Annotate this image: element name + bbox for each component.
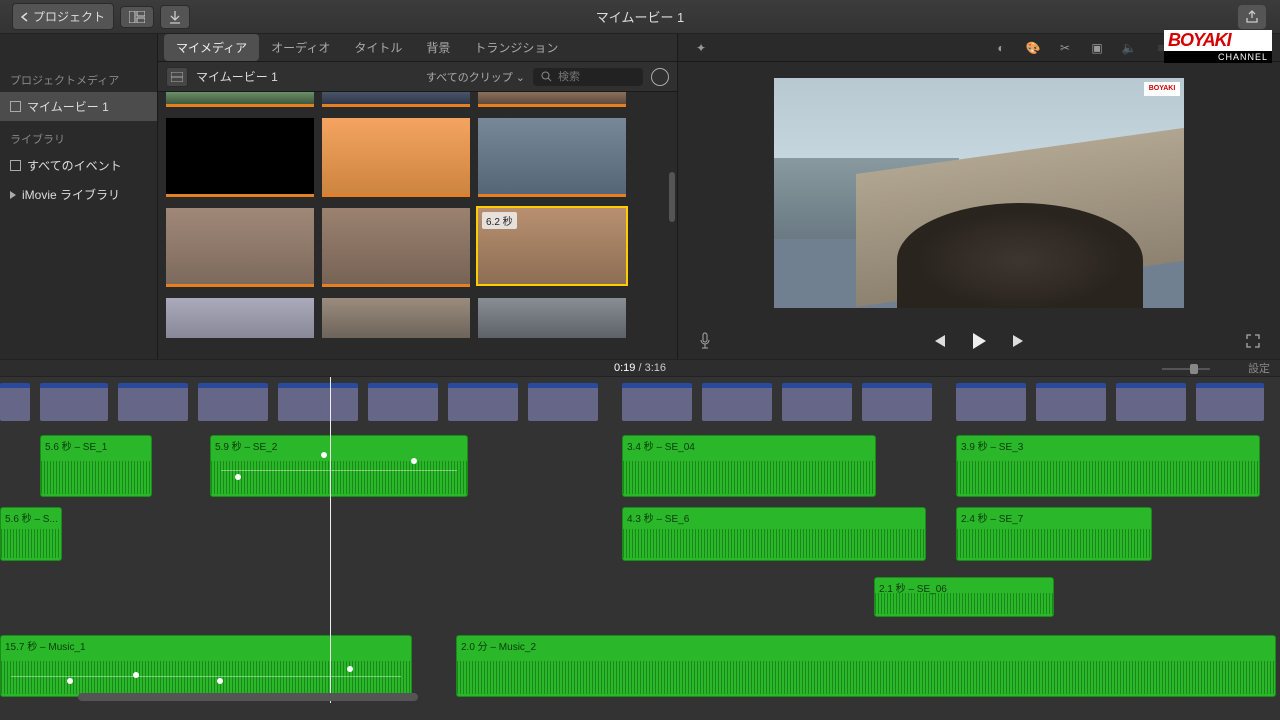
import-button[interactable] [160,5,190,29]
timeline-video-clip[interactable] [1196,383,1264,421]
clip-filter-icon[interactable]: ⬤ [1216,39,1234,57]
voiceover-mic-icon[interactable] [696,332,714,350]
sidebar-section-library: ライブラリ [0,121,157,151]
timeline-video-clip[interactable] [198,383,268,421]
timeline-video-clip[interactable] [278,383,358,421]
audio-clip-se6[interactable]: 4.3 秒 – SE_6 [622,507,926,561]
audio-clip-music2[interactable]: 2.0 分 – Music_2 [456,635,1276,697]
sidebar-item-project[interactable]: マイムービー 1 [0,92,157,121]
search-icon [541,71,552,82]
timeline-settings-button[interactable]: 設定 [1248,360,1270,376]
color-balance-icon[interactable]: ◐ [992,39,1010,57]
clip-thumbnail[interactable] [478,118,626,194]
list-view-toggle[interactable] [166,67,188,87]
audio-clip-se04[interactable]: 3.4 秒 – SE_04 [622,435,876,497]
timeline-video-clip[interactable] [368,383,438,421]
timeline[interactable]: 5.6 秒 – SE_1 5.9 秒 – SE_2 3.4 秒 – SE_04 … [0,377,1280,703]
timeline-video-clip[interactable] [448,383,518,421]
prev-frame-button[interactable] [929,331,949,351]
clip-thumbnail[interactable] [322,208,470,284]
audio-clip-music1[interactable]: 15.7 秒 – Music_1 [0,635,412,697]
timeline-video-clip[interactable] [0,383,30,421]
audio-clip-se1[interactable]: 5.6 秒 – SE_1 [40,435,152,497]
magic-wand-icon[interactable]: ✦ [692,39,710,57]
clip-thumbnail[interactable] [322,118,470,194]
noise-reduction-icon[interactable]: ≡ [1152,39,1170,57]
audio-clip-se7[interactable]: 2.4 秒 – SE_7 [956,507,1152,561]
clip-thumbnail[interactable] [478,92,626,104]
timeline-video-clip[interactable] [622,383,692,421]
media-tabs: マイメディア オーディオ タイトル 背景 トランジション [158,34,677,62]
timeline-video-clip[interactable] [782,383,852,421]
clip-filter-dropdown[interactable]: すべてのクリップ ⌄ [426,69,525,85]
clip-thumbnail[interactable] [478,298,626,338]
play-button[interactable] [969,331,989,351]
clip-thumbnail[interactable] [166,208,314,284]
project-icon [10,101,21,112]
next-frame-button[interactable] [1009,331,1029,351]
tab-audio[interactable]: オーディオ [259,34,342,61]
timeline-video-clip[interactable] [1116,383,1186,421]
audio-clip-se06[interactable]: 2.1 秒 – SE_06 [874,577,1054,617]
browser-settings-gear-icon[interactable] [651,68,669,86]
timeline-video-clip[interactable] [40,383,108,421]
audio-clip-se2[interactable]: 5.9 秒 – SE_2 [210,435,468,497]
tab-my-media[interactable]: マイメディア [164,34,259,61]
timeline-video-clip[interactable] [528,383,598,421]
tab-titles[interactable]: タイトル [342,34,414,61]
timeline-video-clip[interactable] [956,383,1026,421]
volume-icon[interactable]: 🔈 [1120,39,1138,57]
clip-thumbnail[interactable] [322,92,470,104]
playhead[interactable] [330,377,331,703]
clip-thumbnail[interactable] [322,298,470,338]
tab-backgrounds[interactable]: 背景 [414,34,462,61]
window-title: マイムービー 1 [596,7,685,26]
back-label: プロジェクト [33,8,105,25]
share-button[interactable] [1238,5,1266,29]
timeline-ruler[interactable]: 0:19 / 3:16 設定 [0,359,1280,377]
titlebar: プロジェクト マイムービー 1 [0,0,1280,34]
timeline-time-display: 0:19 / 3:16 [614,362,666,374]
clip-duration-badge: 6.2 秒 [482,212,517,229]
clip-thumbnail[interactable] [166,92,314,104]
timeline-video-clip[interactable] [1036,383,1106,421]
audio-clip-se5[interactable]: 5.6 秒 – S... [0,507,62,561]
timeline-video-clip[interactable] [862,383,932,421]
sidebar-section-project-media: プロジェクトメディア [0,62,157,92]
fullscreen-icon[interactable] [1244,332,1262,350]
browser-scrollbar[interactable] [669,172,675,222]
timeline-zoom-slider[interactable] [1162,366,1210,372]
sidebar-item-imovie-library[interactable]: iMovie ライブラリ [0,180,157,209]
clip-thumbnail-selected[interactable]: 6.2 秒 [478,208,626,284]
info-icon[interactable]: ⓘ [1248,39,1266,57]
preview-watermark: BOYAKI [1144,82,1180,96]
search-field[interactable] [533,68,643,86]
back-to-projects-button[interactable]: プロジェクト [12,3,114,30]
tab-transitions[interactable]: トランジション [462,34,570,61]
speed-icon[interactable]: ◷ [1184,39,1202,57]
timeline-video-clip[interactable] [702,383,772,421]
layout-toggle-button[interactable] [120,6,154,28]
color-correction-icon[interactable]: 🎨 [1024,39,1042,57]
crop-icon[interactable]: ✂ [1056,39,1074,57]
timeline-scrollbar[interactable] [78,693,418,701]
audio-clip-se3[interactable]: 3.9 秒 – SE_3 [956,435,1260,497]
events-icon [10,160,21,171]
clip-thumbnail[interactable] [166,298,314,338]
stabilization-icon[interactable]: ▣ [1088,39,1106,57]
browser-project-name: マイムービー 1 [196,68,278,85]
video-preview[interactable]: BOYAKI [774,78,1184,308]
sidebar-item-all-events[interactable]: すべてのイベント [0,151,157,180]
disclosure-triangle-icon [10,191,16,199]
timeline-video-clip[interactable] [118,383,188,421]
search-input[interactable] [558,71,628,83]
clip-thumbnail[interactable] [166,118,314,194]
